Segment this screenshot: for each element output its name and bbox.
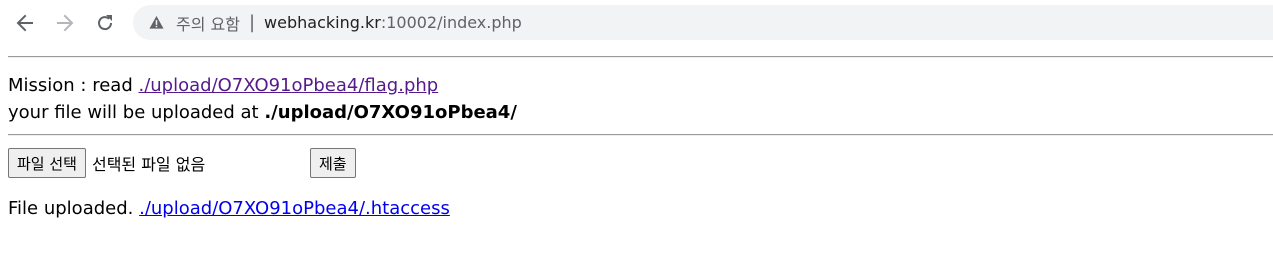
choose-file-button[interactable]: 파일 선택 bbox=[8, 148, 86, 178]
middle-divider bbox=[8, 134, 1273, 136]
mission-line: Mission : read ./upload/O7XO91oPbea4/fla… bbox=[8, 72, 1273, 99]
flag-link[interactable]: ./upload/O7XO91oPbea4/flag.php bbox=[138, 75, 438, 96]
upload-result: File uploaded. ./upload/O7XO91oPbea4/.ht… bbox=[8, 198, 1273, 219]
forward-button[interactable] bbox=[50, 8, 80, 38]
htaccess-link[interactable]: ./upload/O7XO91oPbea4/.htaccess bbox=[139, 198, 450, 219]
browser-toolbar: 주의 요함 | webhacking.kr:10002/index.php bbox=[0, 0, 1273, 46]
security-status-text[interactable]: 주의 요함 bbox=[176, 11, 240, 35]
reload-button[interactable] bbox=[90, 8, 120, 38]
arrow-left-icon bbox=[16, 14, 33, 32]
back-button[interactable] bbox=[10, 8, 40, 38]
top-divider bbox=[8, 56, 1273, 58]
url-path[interactable]: :10002/index.php bbox=[381, 13, 522, 32]
upload-prefix: your file will be uploaded at bbox=[8, 102, 265, 123]
address-separator: | bbox=[248, 12, 256, 33]
reload-icon bbox=[98, 15, 113, 31]
submit-button[interactable]: 제출 bbox=[309, 148, 356, 178]
address-bar[interactable]: 주의 요함 | webhacking.kr:10002/index.php bbox=[133, 5, 1273, 40]
upload-location-line: your file will be uploaded at ./upload/O… bbox=[8, 99, 1273, 126]
no-file-selected-text: 선택된 파일 없음 bbox=[91, 155, 206, 174]
result-prefix: File uploaded. bbox=[8, 198, 140, 219]
warning-triangle-icon[interactable] bbox=[148, 15, 164, 31]
mission-prefix: Mission : read bbox=[8, 75, 139, 96]
url-host[interactable]: webhacking.kr bbox=[264, 13, 381, 32]
arrow-right-icon bbox=[57, 14, 74, 32]
upload-path: ./upload/O7XO91oPbea4/ bbox=[264, 102, 517, 123]
upload-form: 파일 선택 선택된 파일 없음 제출 bbox=[8, 148, 1273, 178]
page-content: Mission : read ./upload/O7XO91oPbea4/fla… bbox=[8, 56, 1273, 219]
